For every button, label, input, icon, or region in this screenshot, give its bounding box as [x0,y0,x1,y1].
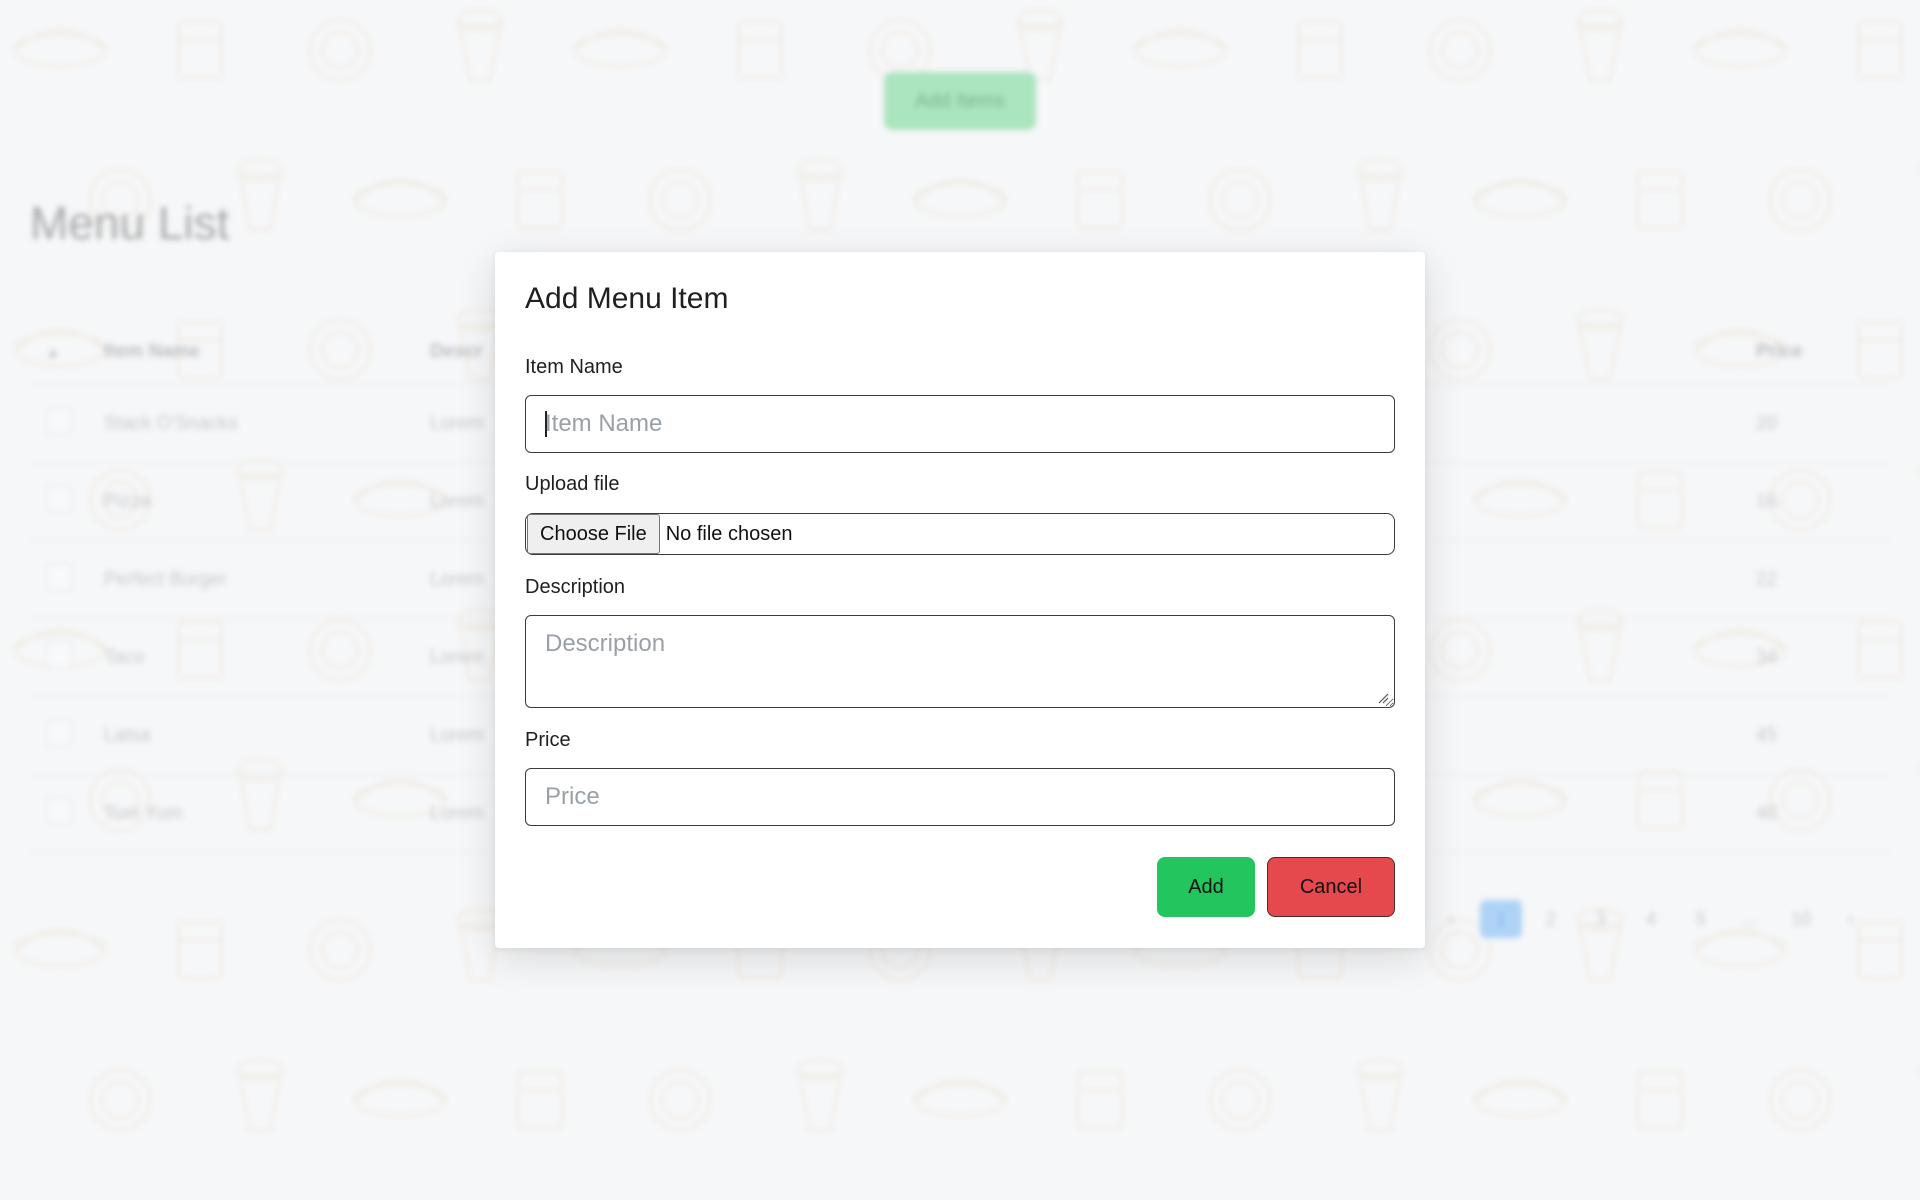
file-status-text: No file chosen [665,522,793,545]
file-upload-input[interactable]: Choose File No file chosen [525,513,1395,555]
choose-file-button[interactable]: Choose File [527,514,660,554]
price-input[interactable] [525,768,1395,826]
item-name-label: Item Name [525,356,623,378]
price-label: Price [525,729,571,751]
textarea-resize-icon[interactable] [1377,692,1389,704]
add-button[interactable]: Add [1157,857,1255,917]
description-textarea[interactable] [525,615,1395,708]
upload-file-label: Upload file [525,473,620,495]
modal-title: Add Menu Item [525,282,729,315]
item-name-input[interactable] [525,395,1395,453]
cancel-button[interactable]: Cancel [1267,857,1395,917]
text-caret [545,411,547,437]
add-menu-item-modal: Add Menu Item [495,252,1425,948]
description-label: Description [525,576,626,598]
app-root: Add Items Menu List ▲ Item Name Descr Pr… [0,0,1920,1200]
